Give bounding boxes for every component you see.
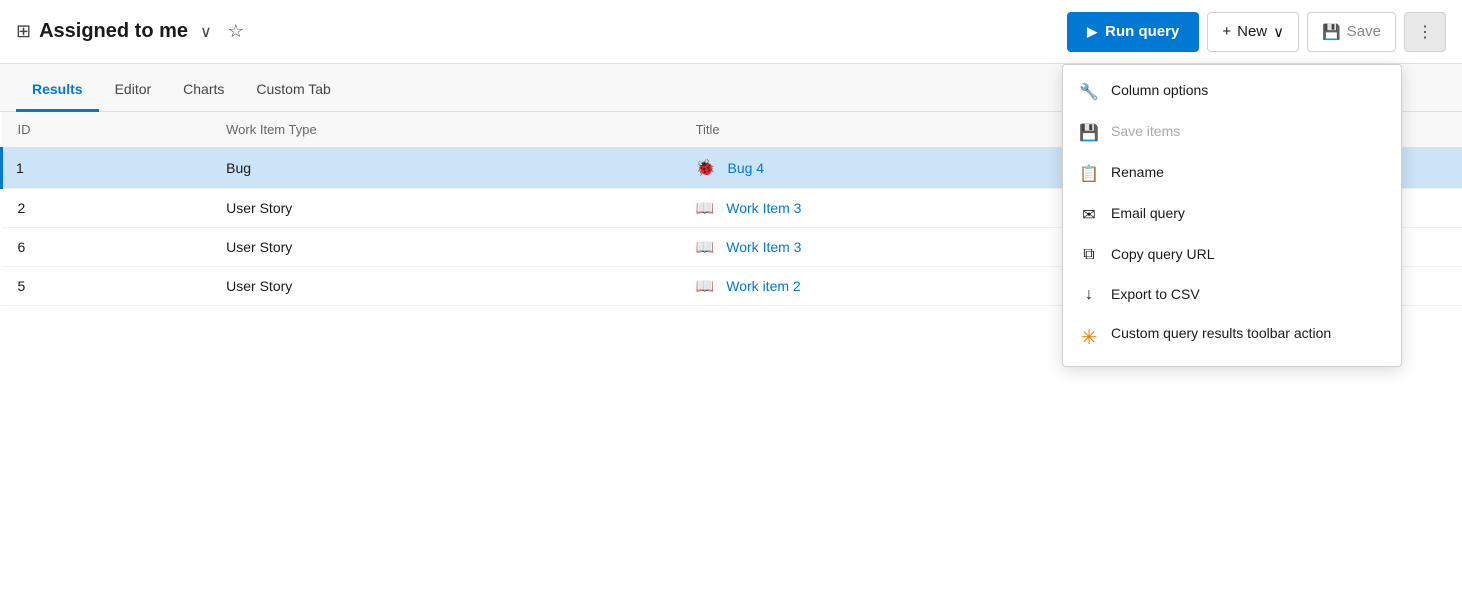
cell-id: 5 bbox=[2, 267, 211, 306]
export-csv-label: Export to CSV bbox=[1111, 285, 1385, 305]
email-query-icon: ✉ bbox=[1079, 205, 1099, 225]
grid-icon: ⊞ bbox=[16, 21, 31, 42]
main-container: ⊞ Assigned to me ∨ ☆ ▶ Run query + New ∨… bbox=[0, 0, 1462, 594]
new-chevron-icon: ∨ bbox=[1273, 23, 1284, 41]
story-icon: 📖 bbox=[696, 277, 715, 295]
custom-action-label: Custom query results toolbar action bbox=[1111, 324, 1385, 344]
cell-id: 2 bbox=[2, 189, 211, 228]
email-query-label: Email query bbox=[1111, 204, 1385, 224]
run-query-button[interactable]: ▶ Run query bbox=[1067, 12, 1199, 52]
story-icon: 📖 bbox=[696, 238, 715, 256]
dropdown-item-email-query[interactable]: ✉ Email query bbox=[1063, 194, 1401, 235]
more-icon: ⋮ bbox=[1417, 22, 1433, 42]
new-label: New bbox=[1237, 23, 1267, 40]
save-button[interactable]: 💾 Save bbox=[1307, 12, 1396, 52]
save-disk-icon: 💾 bbox=[1322, 23, 1341, 41]
cell-type: User Story bbox=[210, 189, 679, 228]
col-header-id: ID bbox=[2, 112, 211, 148]
save-items-label: Save items bbox=[1111, 122, 1385, 142]
tab-results[interactable]: Results bbox=[16, 69, 99, 112]
rename-icon: 📋 bbox=[1079, 164, 1099, 184]
more-options-button[interactable]: ⋮ bbox=[1404, 12, 1446, 52]
plus-icon: + bbox=[1222, 23, 1231, 40]
save-label: Save bbox=[1347, 23, 1381, 40]
col-header-type: Work Item Type bbox=[210, 112, 679, 148]
cell-id: 1 bbox=[2, 148, 211, 189]
header-left: ⊞ Assigned to me ∨ ☆ bbox=[16, 17, 1059, 46]
cell-id: 6 bbox=[2, 228, 211, 267]
favorite-button[interactable]: ☆ bbox=[224, 17, 248, 46]
cell-type: User Story bbox=[210, 267, 679, 306]
run-query-label: Run query bbox=[1105, 23, 1179, 40]
title-chevron-button[interactable]: ∨ bbox=[196, 18, 216, 46]
dropdown-item-save-items: 💾 Save items bbox=[1063, 112, 1401, 153]
tab-custom-tab[interactable]: Custom Tab bbox=[240, 69, 346, 112]
copy-query-url-label: Copy query URL bbox=[1111, 245, 1385, 265]
dropdown-item-custom-action[interactable]: ✳ Custom query results toolbar action bbox=[1063, 314, 1401, 360]
dropdown-item-column-options[interactable]: 🔧 Column options bbox=[1063, 71, 1401, 112]
dropdown-menu: 🔧 Column options 💾 Save items 📋 Rename ✉ Email … bbox=[1062, 64, 1402, 367]
play-icon: ▶ bbox=[1087, 24, 1097, 40]
export-csv-icon: ↓ bbox=[1079, 286, 1099, 304]
header-right: ▶ Run query + New ∨ 💾 Save ⋮ bbox=[1067, 12, 1446, 52]
header: ⊞ Assigned to me ∨ ☆ ▶ Run query + New ∨… bbox=[0, 0, 1462, 64]
column-options-label: Column options bbox=[1111, 81, 1385, 101]
bug-icon: 🐞 bbox=[696, 158, 716, 178]
column-options-icon: 🔧 bbox=[1079, 82, 1099, 102]
new-button[interactable]: + New ∨ bbox=[1207, 12, 1299, 52]
story-icon: 📖 bbox=[696, 199, 715, 217]
cell-type: User Story bbox=[210, 228, 679, 267]
custom-action-icon: ✳ bbox=[1079, 325, 1099, 350]
dropdown-item-rename[interactable]: 📋 Rename bbox=[1063, 153, 1401, 194]
cell-type: Bug bbox=[210, 148, 679, 189]
dropdown-item-copy-query-url[interactable]: ⧉ Copy query URL bbox=[1063, 235, 1401, 275]
dropdown-item-export-csv[interactable]: ↓ Export to CSV bbox=[1063, 275, 1401, 315]
tab-charts[interactable]: Charts bbox=[167, 69, 240, 112]
page-title: Assigned to me bbox=[39, 20, 188, 43]
rename-label: Rename bbox=[1111, 163, 1385, 183]
save-items-icon: 💾 bbox=[1079, 123, 1099, 143]
tab-editor[interactable]: Editor bbox=[99, 69, 168, 112]
copy-query-url-icon: ⧉ bbox=[1079, 246, 1099, 264]
